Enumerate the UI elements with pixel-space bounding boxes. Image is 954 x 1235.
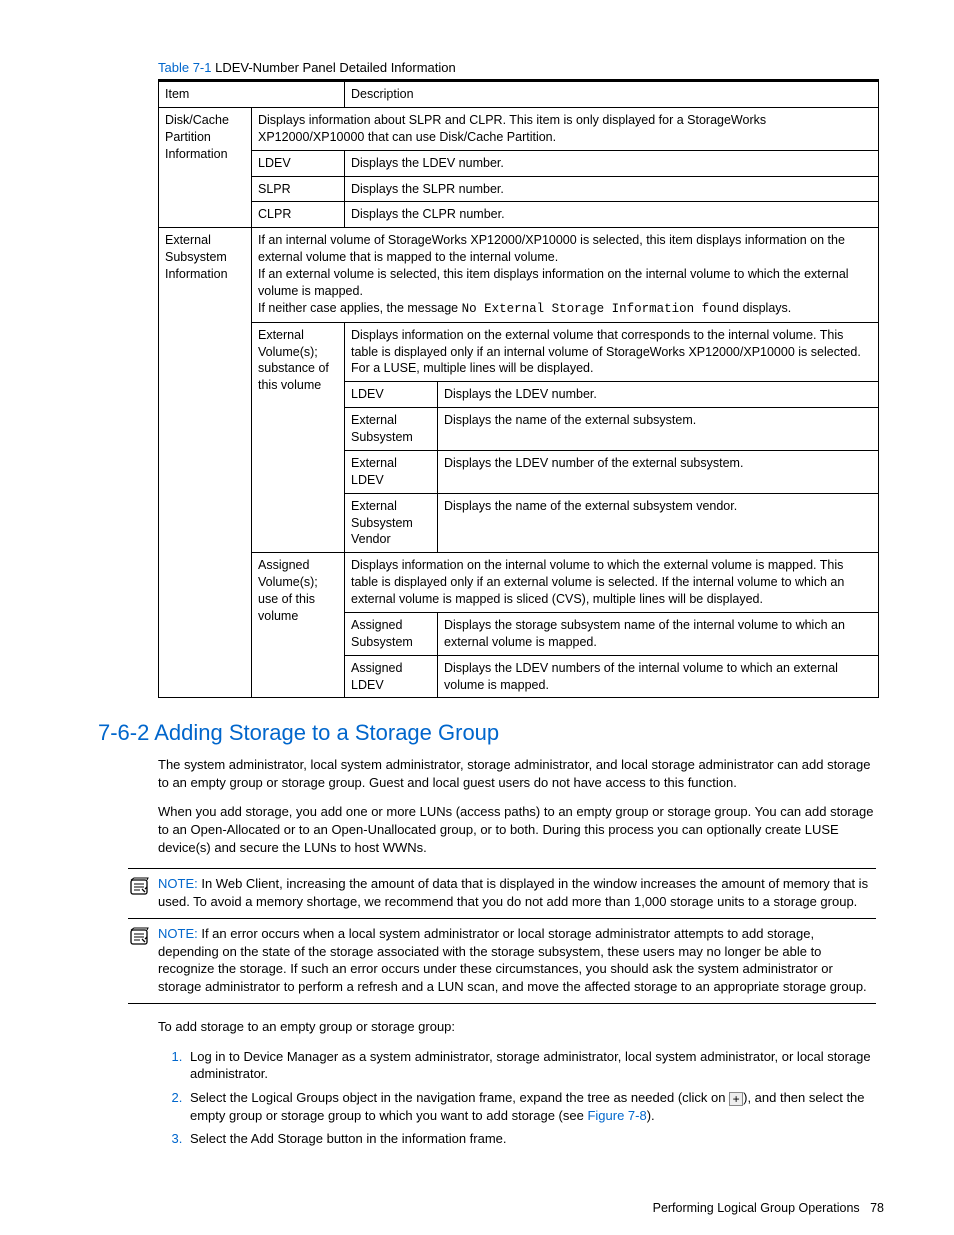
subsub-desc-cell: Displays the LDEV number. xyxy=(438,382,879,408)
table-row: Assigned Volume(s); use of this volume D… xyxy=(159,553,879,613)
note-body: If an error occurs when a local system a… xyxy=(158,926,867,994)
step-text-pre: Select the Logical Groups object in the … xyxy=(190,1090,729,1105)
step-item: Select the Logical Groups object in the … xyxy=(186,1089,886,1124)
steps-list: Log in to Device Manager as a system adm… xyxy=(158,1048,886,1148)
desc-cell: If an internal volume of StorageWorks XP… xyxy=(252,228,879,322)
table-row: Disk/Cache Partition Information Display… xyxy=(159,107,879,150)
subsub-item-cell: External Subsystem xyxy=(345,408,438,451)
step-item: Log in to Device Manager as a system adm… xyxy=(186,1048,886,1083)
note-block: NOTE: If an error occurs when a local sy… xyxy=(128,919,876,1004)
ldev-panel-table: Item Description Disk/Cache Partition In… xyxy=(158,79,879,698)
subsub-item-cell: Assigned LDEV xyxy=(345,655,438,698)
subsub-item-cell: External LDEV xyxy=(345,450,438,493)
subsub-desc-cell: Displays the storage subsystem name of t… xyxy=(438,612,879,655)
desc-code: No External Storage Information found xyxy=(462,302,740,316)
section-heading: 7-6-2 Adding Storage to a Storage Group xyxy=(98,720,886,746)
note-label: NOTE: xyxy=(158,876,198,891)
step-text: Select the Add Storage button in the inf… xyxy=(190,1131,507,1146)
item-cell: Disk/Cache Partition Information xyxy=(159,107,252,227)
subsub-desc-cell: Displays the name of the external subsys… xyxy=(438,493,879,553)
subsub-desc-cell: Displays the LDEV numbers of the interna… xyxy=(438,655,879,698)
table-row: External Volume(s); substance of this vo… xyxy=(159,322,879,382)
table-header-row: Item Description xyxy=(159,81,879,108)
table-caption: Table 7-1 LDEV-Number Panel Detailed Inf… xyxy=(158,60,886,75)
table-row: LDEV Displays the LDEV number. xyxy=(159,150,879,176)
item-cell: External Subsystem Information xyxy=(159,228,252,698)
header-description: Description xyxy=(345,81,879,108)
paragraph: The system administrator, local system a… xyxy=(158,756,876,791)
sub-item-cell: CLPR xyxy=(252,202,345,228)
page-footer: Performing Logical Group Operations 78 xyxy=(653,1201,884,1215)
note-text: NOTE: In Web Client, increasing the amou… xyxy=(158,875,876,910)
table-caption-ref: Table 7-1 xyxy=(158,60,211,75)
sub-item-cell: LDEV xyxy=(252,150,345,176)
footer-page: 78 xyxy=(870,1201,884,1215)
note-body: In Web Client, increasing the amount of … xyxy=(158,876,868,909)
header-item: Item xyxy=(159,81,345,108)
sub-desc-cell: Displays the SLPR number. xyxy=(345,176,879,202)
sub-item-cell: Assigned Volume(s); use of this volume xyxy=(252,553,345,698)
sub-desc-cell: Displays the CLPR number. xyxy=(345,202,879,228)
expand-plus-icon: + xyxy=(729,1092,743,1106)
footer-text: Performing Logical Group Operations xyxy=(653,1201,860,1215)
sub-desc-cell: Displays the LDEV number. xyxy=(345,150,879,176)
paragraph: When you add storage, you add one or mor… xyxy=(158,803,876,856)
desc-post: displays. xyxy=(739,301,791,315)
subsub-desc-cell: Displays the name of the external subsys… xyxy=(438,408,879,451)
step-item: Select the Add Storage button in the inf… xyxy=(186,1130,886,1148)
note-text: NOTE: If an error occurs when a local sy… xyxy=(158,925,876,995)
steps-intro: To add storage to an empty group or stor… xyxy=(158,1018,876,1036)
sub-item-cell: External Volume(s); substance of this vo… xyxy=(252,322,345,553)
table-row: CLPR Displays the CLPR number. xyxy=(159,202,879,228)
note-block: NOTE: In Web Client, increasing the amou… xyxy=(128,868,876,919)
sub-desc-cell: Displays information on the external vol… xyxy=(345,322,879,382)
table-caption-title: LDEV-Number Panel Detailed Information xyxy=(215,60,456,75)
sub-item-cell: SLPR xyxy=(252,176,345,202)
note-label: NOTE: xyxy=(158,926,198,941)
sub-desc-cell: Displays information on the internal vol… xyxy=(345,553,879,613)
table-row: External Subsystem Information If an int… xyxy=(159,228,879,322)
desc-cell: Displays information about SLPR and CLPR… xyxy=(252,107,879,150)
subsub-desc-cell: Displays the LDEV number of the external… xyxy=(438,450,879,493)
table-row: SLPR Displays the SLPR number. xyxy=(159,176,879,202)
note-icon xyxy=(128,927,158,949)
step-text-post: ). xyxy=(647,1108,655,1123)
subsub-item-cell: LDEV xyxy=(345,382,438,408)
subsub-item-cell: External Subsystem Vendor xyxy=(345,493,438,553)
subsub-item-cell: Assigned Subsystem xyxy=(345,612,438,655)
figure-reference-link[interactable]: Figure 7-8 xyxy=(587,1108,646,1123)
note-icon xyxy=(128,877,158,899)
step-text: Log in to Device Manager as a system adm… xyxy=(190,1049,871,1082)
